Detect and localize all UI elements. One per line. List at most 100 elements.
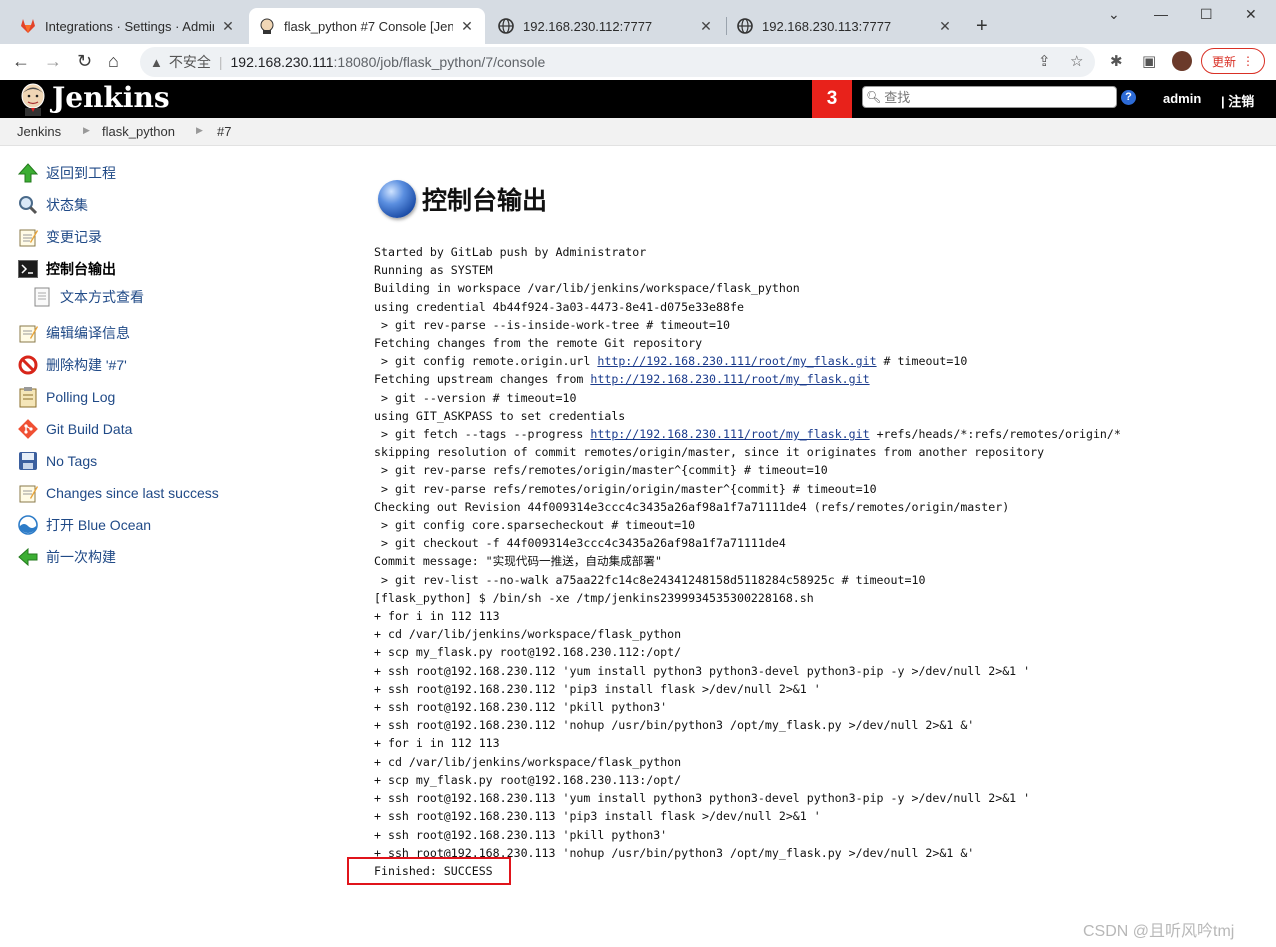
page-title: 控制台输出 — [422, 187, 548, 215]
sidebar-item-label: 编辑编译信息 — [46, 325, 130, 341]
sidebar-item-label: 前一次构建 — [46, 549, 116, 565]
globe-icon — [498, 18, 514, 34]
sidebar-item-changes[interactable]: 变更记录 — [17, 225, 102, 249]
warning-icon[interactable]: ▲ — [150, 55, 163, 70]
close-window-button[interactable]: ✕ — [1245, 6, 1257, 23]
console-text: # timeout=10 — [876, 354, 968, 369]
close-tab-icon[interactable]: ✕ — [220, 18, 236, 35]
sidebar-item-git-build-data[interactable]: Git Build Data — [17, 417, 132, 441]
sidebar-item-status[interactable]: 状态集 — [17, 193, 88, 217]
divider: | — [218, 54, 223, 70]
tab-title: flask_python #7 Console [Jenkins] — [284, 18, 453, 34]
breadcrumb-build-7[interactable]: #7 — [217, 124, 231, 139]
close-tab-icon[interactable]: ✕ — [937, 18, 953, 35]
console-line: + scp my_flask.py root@192.168.230.113:/… — [374, 772, 682, 787]
terminal-icon — [17, 258, 39, 280]
console-line: + for i in 112 113 — [374, 609, 500, 624]
breadcrumb-flask-python[interactable]: flask_python — [102, 124, 175, 139]
search-input[interactable] — [881, 89, 1110, 105]
notepad-icon — [17, 482, 39, 504]
forward-arrow-icon[interactable]: → — [44, 51, 62, 72]
minimize-button[interactable]: — — [1154, 6, 1168, 22]
maximize-button[interactable]: ☐ — [1200, 6, 1213, 23]
tab-host-113[interactable]: 192.168.230.113:7777 ✕ — [727, 8, 963, 44]
sidebar-item-label: Git Build Data — [46, 421, 133, 437]
console-line: Commit message: "实现代码一推送，自动集成部署" — [374, 554, 662, 569]
new-tab-button[interactable]: + — [976, 15, 988, 38]
sidepanel-icon[interactable]: ▣ — [1142, 52, 1156, 70]
console-line: > git --version # timeout=10 — [374, 390, 577, 405]
console-line: > git rev-parse --is-inside-work-tree # … — [374, 317, 730, 332]
sidebar-item-console-output[interactable]: 控制台输出 — [17, 257, 116, 281]
jenkins-logo-text[interactable]: Jenkins — [52, 81, 170, 114]
logout-link[interactable]: | 注销 — [1221, 91, 1254, 110]
sidebar-item-previous-build[interactable]: 前一次构建 — [17, 545, 116, 569]
share-icon[interactable]: ⇪ — [1038, 52, 1051, 70]
console-line: > git rev-parse refs/remotes/origin/orig… — [374, 481, 877, 496]
sidebar-item-label: 状态集 — [46, 197, 88, 213]
breadcrumb-jenkins[interactable]: Jenkins — [17, 124, 61, 139]
extensions-icon[interactable]: ✱ — [1110, 52, 1123, 70]
console-line: Fetching changes from the remote Git rep… — [374, 336, 703, 351]
console-text: Fetching upstream changes from — [374, 372, 591, 387]
sidebar-item-edit-build-info[interactable]: 编辑编译信息 — [17, 321, 130, 345]
sidebar-item-label: Changes since last success — [46, 485, 219, 501]
reload-icon[interactable]: ↻ — [77, 51, 92, 72]
close-tab-icon[interactable]: ✕ — [698, 18, 714, 35]
up-arrow-icon — [17, 162, 39, 184]
tab-title: 192.168.230.112:7777 — [523, 18, 653, 34]
repo-link[interactable]: http://192.168.230.111/root/my_flask.git — [590, 372, 869, 386]
console-line: > git config remote.origin.url http://19… — [374, 352, 1254, 370]
sidebar-item-back-to-project[interactable]: 返回到工程 — [17, 161, 116, 185]
console-line: > git config core.sparsecheckout # timeo… — [374, 518, 696, 533]
back-arrow-icon[interactable]: ← — [12, 51, 30, 72]
address-bar[interactable]: ▲ 不安全 | 192.168.230.111:18080/job/flask_… — [140, 47, 1095, 77]
tab-gitlab-integrations[interactable]: Integrations · Settings · Admin ✕ — [10, 8, 246, 44]
console-line: + ssh root@192.168.230.112 'pkill python… — [374, 700, 668, 715]
sidebar-item-polling-log[interactable]: Polling Log — [17, 385, 115, 409]
jenkins-header: Jenkins 3 🔍︎ ? admin | 注销 — [0, 80, 1276, 118]
console-line: + ssh root@192.168.230.112 'nohup /usr/b… — [374, 718, 975, 733]
console-line: using GIT_ASKPASS to set credentials — [374, 408, 626, 423]
sidebar-item-open-blue-ocean[interactable]: 打开 Blue Ocean — [17, 513, 151, 537]
tab-jenkins-console[interactable]: flask_python #7 Console [Jenkins] ✕ — [249, 8, 485, 44]
user-link[interactable]: admin — [1163, 91, 1201, 106]
close-tab-icon[interactable]: ✕ — [459, 18, 475, 35]
sidebar-item-label: 变更记录 — [46, 229, 102, 245]
repo-link[interactable]: http://192.168.230.111/root/my_flask.git — [597, 354, 876, 368]
chevron-right-icon: ▶ — [196, 125, 203, 135]
breadcrumb: Jenkins ▶ flask_python ▶ #7 — [0, 118, 1276, 146]
browser-tab-strip: Integrations · Settings · Admin ✕ flask_… — [0, 0, 1276, 44]
home-icon[interactable]: ⌂ — [108, 51, 119, 72]
console-text: +refs/heads/*:refs/remotes/origin/* — [869, 427, 1121, 442]
console-line: using credential 4b44f924-3a03-4473-8e41… — [374, 299, 744, 314]
sidebar-item-no-tags[interactable]: No Tags — [17, 449, 97, 473]
console-globe-icon — [378, 180, 416, 218]
tab-title: 192.168.230.113:7777 — [762, 18, 892, 34]
sidebar-item-label: No Tags — [46, 453, 98, 469]
sidebar-item-view-as-text[interactable]: 文本方式查看 — [31, 285, 144, 309]
sidebar-item-delete-build[interactable]: 删除构建 '#7' — [17, 353, 127, 377]
console-line: Fetching upstream changes from http://19… — [374, 370, 1254, 388]
notification-badge[interactable]: 3 — [812, 80, 852, 118]
chevron-right-icon: ▶ — [83, 125, 90, 135]
browser-toolbar: ← → ↻ ⌂ ▲ 不安全 | 192.168.230.111:18080/jo… — [0, 44, 1276, 81]
chevron-down-icon[interactable]: ⌄ — [1108, 6, 1120, 23]
sidebar-item-changes-since-last-success[interactable]: Changes since last success — [17, 481, 219, 505]
success-highlight-box — [347, 857, 511, 885]
repo-link[interactable]: http://192.168.230.111/root/my_flask.git — [590, 427, 869, 441]
help-icon[interactable]: ? — [1121, 90, 1136, 105]
update-button[interactable]: 更新 ⋮ — [1201, 48, 1265, 74]
profile-avatar[interactable] — [1172, 51, 1192, 71]
star-icon[interactable]: ☆ — [1070, 52, 1083, 70]
sidebar-item-label: Polling Log — [46, 389, 116, 405]
jenkins-butler-icon[interactable] — [17, 83, 49, 116]
search-box[interactable]: 🔍︎ — [862, 86, 1117, 108]
tab-host-112[interactable]: 192.168.230.112:7777 ✕ — [488, 8, 724, 44]
menu-dots-icon: ⋮ — [1242, 54, 1254, 68]
document-icon — [31, 286, 53, 308]
console-line: > git rev-parse refs/remotes/origin/mast… — [374, 463, 828, 478]
console-line: + ssh root@192.168.230.112 'pip3 install… — [374, 681, 821, 696]
tab-title: Integrations · Settings · Admin — [45, 18, 214, 34]
sidebar-item-label: 控制台输出 — [46, 261, 116, 277]
